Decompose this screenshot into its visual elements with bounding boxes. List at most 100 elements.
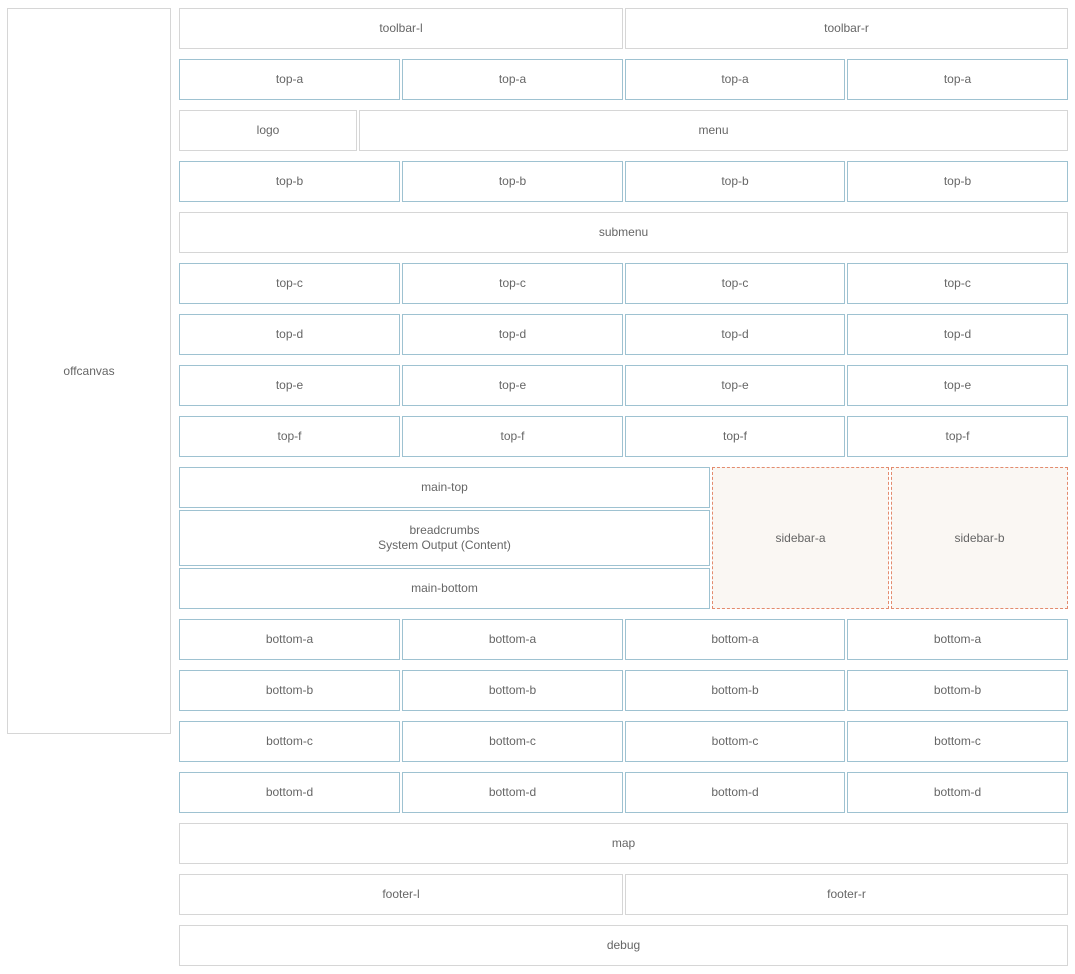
bottom-b-label: bottom-b xyxy=(488,683,537,697)
bottom-d-cell: bottom-d xyxy=(625,772,845,813)
top-b-label: top-b xyxy=(943,174,972,188)
bottom-c-label: bottom-c xyxy=(266,734,313,748)
top-e-label: top-e xyxy=(943,378,972,392)
map-area: map xyxy=(179,823,1068,864)
footer-left-label: footer-l xyxy=(382,887,420,901)
top-e-label: top-e xyxy=(498,378,527,392)
bottom-c-label: bottom-c xyxy=(711,734,759,748)
bottom-a-label: bottom-a xyxy=(265,632,314,646)
bottom-a-cell: bottom-a xyxy=(179,619,400,660)
top-d-label: top-d xyxy=(721,327,749,341)
bottom-d-label: bottom-d xyxy=(711,785,759,799)
bottom-a-label: bottom-a xyxy=(933,632,982,646)
top-f-cell: top-f xyxy=(179,416,400,457)
top-b-label: top-b xyxy=(275,174,304,188)
map-label: map xyxy=(611,836,636,850)
bottom-c-label: bottom-c xyxy=(489,734,536,748)
top-e-cell: top-e xyxy=(625,365,845,406)
bottom-a-label: bottom-a xyxy=(711,632,759,646)
top-d-label: top-d xyxy=(943,327,972,341)
top-c-label: top-c xyxy=(276,276,303,290)
sidebar-a: sidebar-a xyxy=(712,467,889,609)
sidebar-b: sidebar-b xyxy=(891,467,1068,609)
top-f-cell: top-f xyxy=(402,416,623,457)
menu-bar[interactable]: menu xyxy=(359,110,1068,151)
bottom-d-cell: bottom-d xyxy=(847,772,1068,813)
top-d-cell: top-d xyxy=(625,314,845,355)
bottom-d-cell: bottom-d xyxy=(179,772,400,813)
top-a-label: top-a xyxy=(943,72,972,86)
top-b-label: top-b xyxy=(498,174,527,188)
top-e-cell: top-e xyxy=(179,365,400,406)
bottom-a-cell: bottom-a xyxy=(847,619,1068,660)
bottom-b-cell: bottom-b xyxy=(402,670,623,711)
top-c-label: top-c xyxy=(944,276,971,290)
top-c-label: top-c xyxy=(721,276,749,290)
top-c-cell: top-c xyxy=(402,263,623,304)
top-a-label: top-a xyxy=(275,72,304,86)
bottom-d-cell: bottom-d xyxy=(402,772,623,813)
breadcrumbs: breadcrumbs xyxy=(409,523,480,537)
toolbar-left-label: toolbar-l xyxy=(379,21,423,35)
offcanvas-panel: offcanvas xyxy=(7,8,171,734)
top-f-label: top-f xyxy=(722,429,747,443)
top-a-label: top-a xyxy=(721,72,749,86)
top-c-label: top-c xyxy=(499,276,526,290)
footer-right-label: footer-r xyxy=(827,887,866,901)
system-output-content: System Output (Content) xyxy=(378,538,511,552)
top-d-cell: top-d xyxy=(847,314,1068,355)
submenu-label: submenu xyxy=(598,225,649,239)
bottom-b-cell: bottom-b xyxy=(625,670,845,711)
bottom-d-label: bottom-d xyxy=(488,785,537,799)
top-e-cell: top-e xyxy=(847,365,1068,406)
bottom-b-cell: bottom-b xyxy=(179,670,400,711)
top-b-cell: top-b xyxy=(402,161,623,202)
bottom-c-cell: bottom-c xyxy=(402,721,623,762)
content-area: breadcrumbs System Output (Content) xyxy=(179,510,710,566)
top-e-label: top-e xyxy=(721,378,749,392)
bottom-b-label: bottom-b xyxy=(711,683,759,697)
bottom-c-label: bottom-c xyxy=(934,734,981,748)
top-f-label: top-f xyxy=(277,429,302,443)
toolbar-left: toolbar-l xyxy=(179,8,623,49)
top-a-label: top-a xyxy=(498,72,527,86)
bottom-d-label: bottom-d xyxy=(265,785,314,799)
bottom-c-cell: bottom-c xyxy=(625,721,845,762)
main-top: main-top xyxy=(179,467,710,508)
main-bottom-label: main-bottom xyxy=(411,581,478,595)
top-c-cell: top-c xyxy=(179,263,400,304)
bottom-b-cell: bottom-b xyxy=(847,670,1068,711)
debug-area: debug xyxy=(179,925,1068,966)
toolbar-right: toolbar-r xyxy=(625,8,1068,49)
sidebar-a-label: sidebar-a xyxy=(775,530,826,545)
footer-right: footer-r xyxy=(625,874,1068,915)
bottom-a-cell: bottom-a xyxy=(625,619,845,660)
submenu-bar[interactable]: submenu xyxy=(179,212,1068,253)
top-a-cell: top-a xyxy=(402,59,623,100)
menu-label: menu xyxy=(698,123,729,137)
top-a-cell: top-a xyxy=(625,59,845,100)
bottom-d-label: bottom-d xyxy=(933,785,982,799)
top-d-label: top-d xyxy=(275,327,304,341)
bottom-b-label: bottom-b xyxy=(265,683,314,697)
top-e-cell: top-e xyxy=(402,365,623,406)
bottom-b-label: bottom-b xyxy=(933,683,982,697)
bottom-c-cell: bottom-c xyxy=(847,721,1068,762)
toolbar-right-label: toolbar-r xyxy=(824,21,869,35)
top-b-cell: top-b xyxy=(625,161,845,202)
debug-label: debug xyxy=(606,938,641,952)
top-c-cell: top-c xyxy=(847,263,1068,304)
sidebar-b-label: sidebar-b xyxy=(954,530,1005,545)
top-f-cell: top-f xyxy=(847,416,1068,457)
main-bottom: main-bottom xyxy=(179,568,710,609)
bottom-a-cell: bottom-a xyxy=(402,619,623,660)
top-b-label: top-b xyxy=(721,174,749,188)
top-d-cell: top-d xyxy=(402,314,623,355)
logo-area[interactable]: logo xyxy=(179,110,357,151)
bottom-c-cell: bottom-c xyxy=(179,721,400,762)
top-a-cell: top-a xyxy=(179,59,400,100)
offcanvas-label: offcanvas xyxy=(63,363,115,378)
logo-label: logo xyxy=(256,123,280,137)
top-a-cell: top-a xyxy=(847,59,1068,100)
top-b-cell: top-b xyxy=(179,161,400,202)
